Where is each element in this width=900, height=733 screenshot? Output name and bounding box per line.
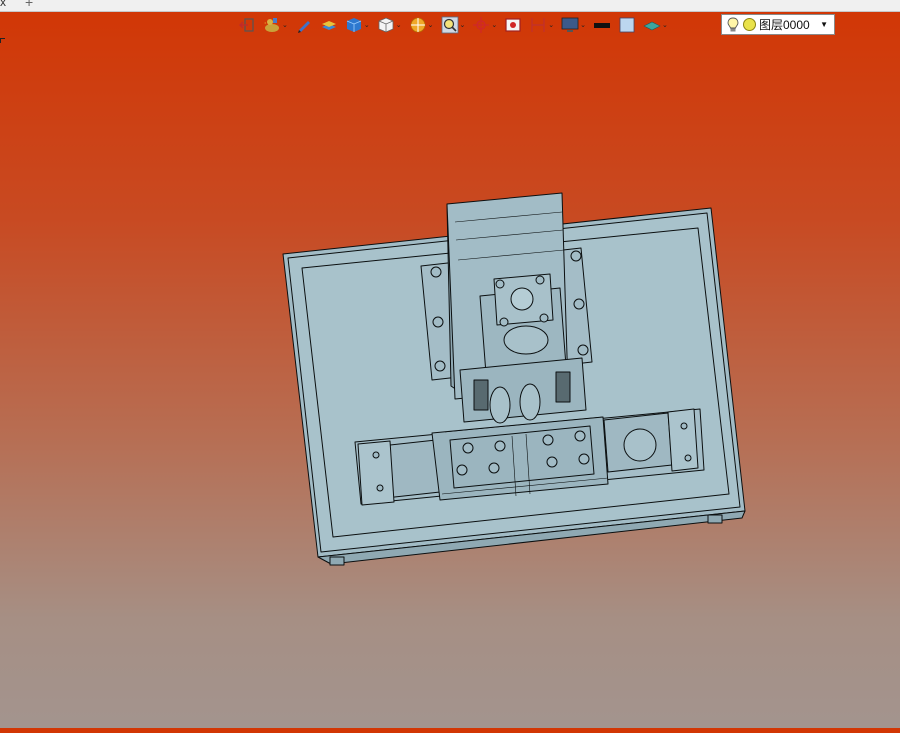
monitor-display-icon	[561, 17, 579, 32]
layer-stack-icon	[321, 21, 336, 30]
chevron-down-icon: ⌄	[491, 21, 498, 29]
line-color-icon	[594, 23, 610, 28]
chevron-down-icon: ⌄	[580, 21, 586, 29]
layer-name: 图层0000	[759, 18, 810, 32]
graphics-viewport[interactable]	[0, 40, 900, 728]
document-tab-strip: x +	[0, 0, 900, 12]
foot-left	[329, 556, 345, 566]
heads-up-view-toolbar: ⌄ ⌄ ⌄ ⌄ ⌄ ⌄ ⌄ ⌄ ⌄	[238, 14, 675, 36]
motor-body	[503, 325, 549, 355]
rail-end-block-left	[357, 440, 395, 506]
line-color-button[interactable]	[593, 14, 611, 36]
gripper-clamp-left	[473, 379, 489, 411]
tab-close-icon[interactable]: x	[0, 0, 6, 9]
motor-shaft	[510, 287, 534, 311]
gripper-cylinder-right	[519, 383, 541, 421]
chevron-down-icon: ⌄	[427, 21, 434, 29]
dimension-icon	[531, 18, 545, 32]
render-tools-button[interactable]: ⌄	[263, 14, 288, 36]
view-orientation-button[interactable]: ⌄	[377, 14, 402, 36]
zoom-view-icon	[441, 16, 458, 34]
gripper-cylinder-left	[489, 386, 511, 424]
chevron-down-icon: ⌄	[395, 21, 402, 29]
exit-view-button[interactable]	[238, 14, 256, 36]
layer-color-dot	[743, 18, 756, 31]
plane-layer-button[interactable]: ⌄	[643, 14, 668, 36]
section-view-icon	[410, 17, 426, 33]
cube-display-icon	[346, 18, 362, 32]
fill-color-icon	[619, 17, 635, 33]
layer-selector[interactable]: 图层0000 ▼	[721, 14, 835, 35]
dropdown-arrow-icon[interactable]: ▼	[820, 20, 828, 29]
duck-render-icon	[264, 18, 279, 32]
rail-end-block-right	[667, 408, 699, 472]
dimension-button[interactable]: ⌄	[529, 14, 554, 36]
view-orientation-cube-icon	[378, 17, 394, 33]
chevron-down-icon: ⌄	[662, 21, 668, 29]
new-tab-button[interactable]: +	[25, 0, 33, 10]
gripper-clamp-right	[555, 371, 571, 403]
record-button[interactable]	[504, 14, 522, 36]
pen-sketch-icon	[297, 21, 310, 33]
rail-end-disc	[623, 428, 657, 462]
foot-right	[707, 514, 723, 524]
plane-layer-icon	[643, 21, 661, 31]
chevron-down-icon: ⌄	[548, 21, 555, 29]
fill-color-button[interactable]	[618, 14, 636, 36]
zoom-button[interactable]: ⌄	[441, 14, 466, 36]
lightbulb-icon	[727, 17, 739, 31]
cad-model-view	[282, 192, 746, 566]
monitor-settings-button[interactable]: ⌄	[561, 14, 586, 36]
sketch-button[interactable]	[295, 14, 313, 36]
section-view-button[interactable]: ⌄	[409, 14, 434, 36]
display-style-button[interactable]: ⌄	[345, 14, 370, 36]
exit-view-icon	[239, 18, 254, 32]
layers-button[interactable]	[320, 14, 338, 36]
chevron-down-icon: ⌄	[282, 21, 288, 29]
origin-button[interactable]: ⌄	[472, 14, 497, 36]
chevron-down-icon: ⌄	[363, 21, 370, 29]
origin-target-icon	[473, 17, 490, 33]
camera-record-icon	[505, 18, 521, 32]
chevron-down-icon: ⌄	[459, 21, 466, 29]
